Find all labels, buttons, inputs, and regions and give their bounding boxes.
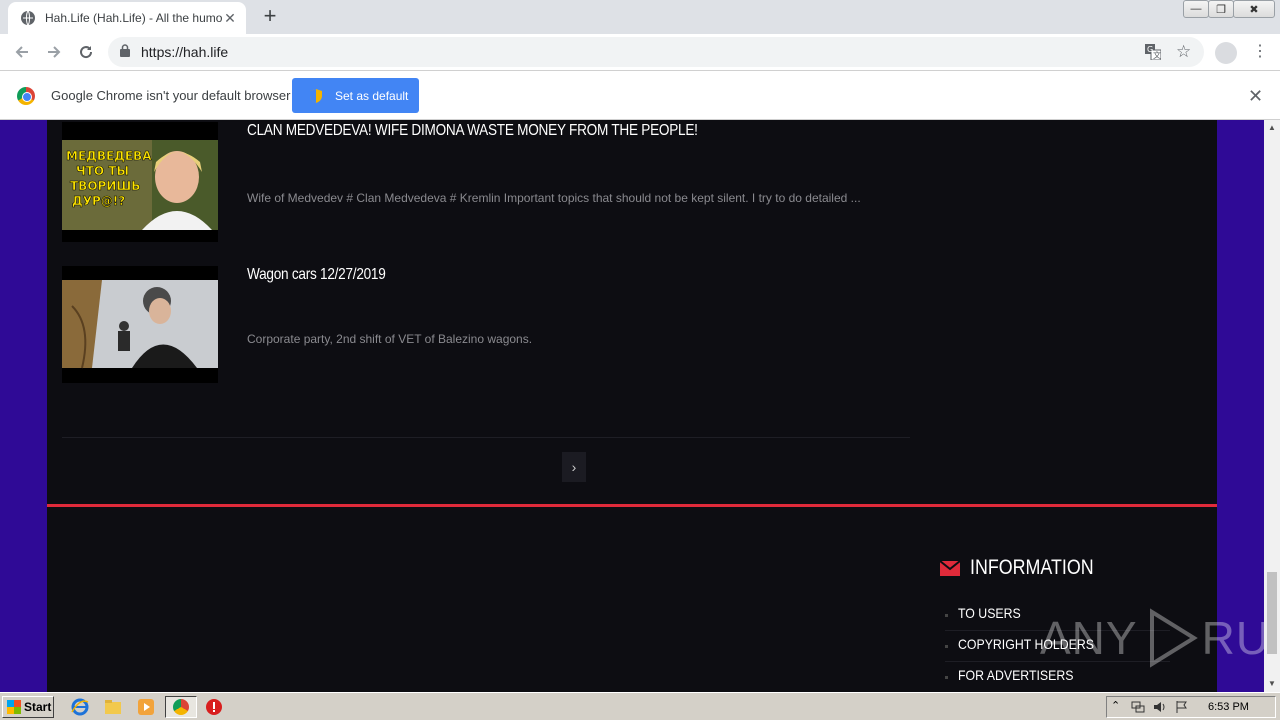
reload-icon[interactable] [74, 40, 98, 64]
play-triangle-icon [1149, 608, 1198, 668]
start-label: Start [24, 700, 52, 714]
chrome-logo-icon [17, 87, 35, 105]
lock-icon[interactable] [120, 44, 130, 62]
address-bar[interactable]: https://hah.life G文 ☆ [108, 37, 1204, 67]
set-default-label: Set as default [335, 88, 409, 103]
scroll-down-arrow-icon[interactable]: ▼ [1264, 676, 1280, 692]
internet-explorer-icon[interactable] [71, 698, 89, 716]
footer-link-label[interactable]: TO USERS [958, 605, 1021, 621]
tray-expand-icon[interactable]: ⌃ [1111, 699, 1120, 712]
network-icon[interactable] [1131, 700, 1145, 719]
anyrun-watermark: ANY RUN [1040, 608, 1264, 668]
browser-tab[interactable]: Hah.Life (Hah.Life) - All the humor in ✕ [8, 2, 246, 34]
watermark-text-left: ANY [1040, 612, 1138, 664]
page-viewport: МЕДВЕДЕВА ЧТО ТЫ ТВОРИШЬ ДУР@!? CLAN MED… [0, 120, 1264, 692]
infobar-close-icon[interactable]: ✕ [1248, 86, 1263, 107]
information-title: INFORMATION [970, 556, 1094, 579]
system-tray: ⌃ [1106, 696, 1276, 718]
svg-text:文: 文 [1153, 50, 1161, 60]
next-page-button[interactable]: › [562, 452, 586, 482]
content-divider [62, 437, 910, 438]
post-description: Wife of Medvedev # Clan Medvedeva # Krem… [247, 191, 861, 205]
post-item[interactable]: Wagon cars 12/27/2019 Corporate party, 2… [62, 265, 912, 385]
post-title[interactable]: CLAN MEDVEDEVA! WIFE DIMONA WASTE MONEY … [247, 122, 698, 140]
window-maximize-button[interactable]: ❐ [1208, 0, 1234, 18]
envelope-icon [939, 559, 961, 576]
globe-icon [20, 10, 36, 26]
action-center-flag-icon[interactable] [1175, 700, 1189, 719]
post-description: Corporate party, 2nd shift of VET of Bal… [247, 332, 533, 346]
post-thumbnail[interactable] [62, 266, 218, 383]
window-close-button[interactable]: ✖ [1233, 0, 1275, 18]
chrome-menu-icon[interactable]: ⋮ [1252, 40, 1268, 64]
set-default-button[interactable]: Set as default [292, 78, 419, 113]
watermark-text-right: RUN [1201, 612, 1264, 664]
taskbar-clock: 6:53 PM [1208, 701, 1249, 713]
svg-text:ДУР@!?: ДУР@!? [72, 194, 125, 208]
footer-link-label[interactable]: FOR ADVERTISERS [958, 667, 1073, 683]
taskbar-chrome-button[interactable] [165, 696, 197, 718]
post-item[interactable]: МЕДВЕДЕВА ЧТО ТЫ ТВОРИШЬ ДУР@!? CLAN MED… [62, 120, 912, 245]
scroll-thumb[interactable] [1267, 572, 1277, 654]
back-icon[interactable] [10, 40, 34, 64]
tab-close-icon[interactable]: ✕ [222, 10, 238, 26]
windows-taskbar: Start ⌃ 6:53 PM [0, 692, 1280, 720]
bookmark-star-icon[interactable]: ☆ [1176, 42, 1191, 62]
footer-accent-line [47, 504, 1217, 507]
new-tab-button[interactable]: + [258, 5, 282, 28]
scroll-up-arrow-icon[interactable]: ▲ [1264, 120, 1280, 136]
translate-icon[interactable]: G文 [1145, 44, 1162, 65]
svg-text:ТВОРИШЬ: ТВОРИШЬ [70, 179, 140, 193]
page-scrollbar[interactable]: ▲ ▼ [1264, 120, 1280, 692]
infobar-message: Google Chrome isn't your default browser [51, 88, 291, 103]
default-browser-infobar: Google Chrome isn't your default browser… [0, 71, 1280, 120]
media-player-icon[interactable] [137, 698, 155, 716]
post-title[interactable]: Wagon cars 12/27/2019 [247, 266, 386, 284]
start-button[interactable]: Start [2, 696, 54, 718]
bullet [945, 676, 948, 679]
post-thumbnail[interactable]: МЕДВЕДЕВА ЧТО ТЫ ТВОРИШЬ ДУР@!? [62, 122, 218, 242]
browser-toolbar: https://hah.life G文 ☆ ⋮ [0, 34, 1280, 71]
chrome-icon [173, 699, 189, 715]
volume-icon[interactable] [1153, 700, 1167, 719]
stop-icon[interactable] [205, 698, 223, 716]
forward-icon[interactable] [42, 40, 66, 64]
browser-titlebar: Hah.Life (Hah.Life) - All the humor in ✕… [0, 0, 1280, 34]
windows-logo-icon [7, 700, 21, 714]
bullet [945, 614, 948, 617]
main-content: МЕДВЕДЕВА ЧТО ТЫ ТВОРИШЬ ДУР@!? CLAN MED… [47, 120, 1217, 692]
svg-text:ЧТО ТЫ: ЧТО ТЫ [76, 164, 129, 178]
file-explorer-icon[interactable] [104, 698, 122, 716]
bullet [945, 645, 948, 648]
url-text[interactable]: https://hah.life [141, 44, 228, 60]
shield-icon [309, 88, 323, 103]
information-heading: INFORMATION [939, 556, 1115, 580]
profile-avatar-icon[interactable] [1215, 42, 1237, 64]
tab-title: Hah.Life (Hah.Life) - All the humor in [45, 11, 223, 25]
window-minimize-button[interactable]: — [1183, 0, 1209, 18]
svg-text:МЕДВЕДЕВА: МЕДВЕДЕВА [66, 149, 152, 163]
